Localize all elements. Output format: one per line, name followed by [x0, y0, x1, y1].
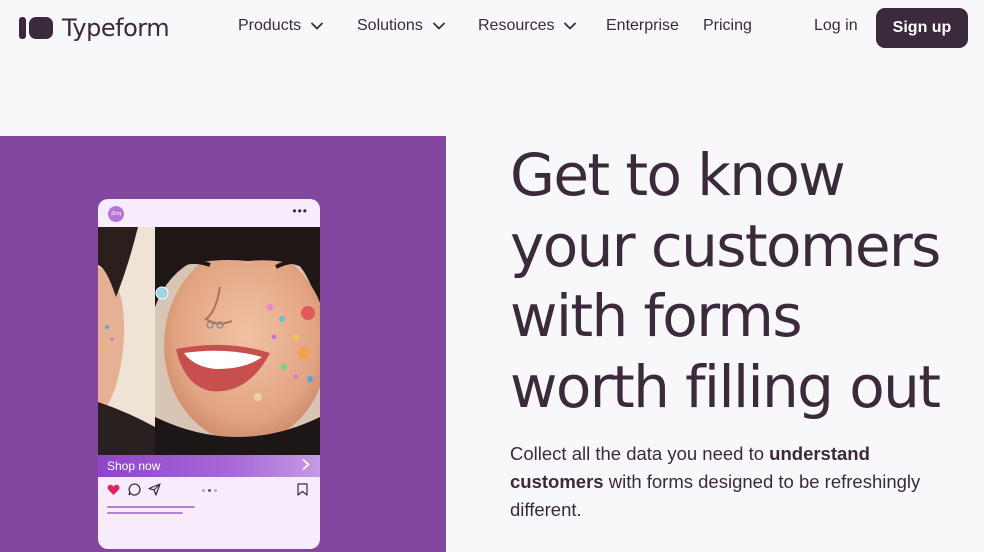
hero-subtext: Collect all the data you need to underst…	[510, 440, 960, 524]
signup-button[interactable]: Sign up	[876, 8, 968, 48]
nav-resources[interactable]: Resources	[478, 17, 577, 35]
nav-pricing-label: Pricing	[703, 17, 752, 34]
nav-enterprise-label: Enterprise	[606, 17, 679, 34]
post-header: Zinq •••	[98, 199, 320, 227]
phone-post-mockup: Zinq ••• Shop now	[98, 199, 320, 549]
nav-pricing[interactable]: Pricing	[703, 17, 752, 35]
caption-line	[107, 506, 195, 508]
nav-solutions[interactable]: Solutions	[357, 17, 445, 35]
caption-line	[107, 512, 183, 514]
shop-now-label: Shop now	[107, 459, 161, 473]
nav-enterprise[interactable]: Enterprise	[606, 17, 679, 35]
avatar-text: Zinq	[111, 211, 121, 217]
chevron-right-icon	[302, 459, 310, 473]
heart-icon	[107, 483, 120, 501]
bookmark-icon	[297, 483, 308, 501]
carousel-dots	[202, 489, 217, 492]
post-actions	[98, 481, 320, 501]
hero-subtext-part-1: Collect all the data you need to	[510, 443, 770, 464]
nav-resources-label: Resources	[478, 17, 555, 34]
more-horizontal-icon: •••	[292, 204, 308, 218]
hero-headline: Get to know your customers with forms wo…	[510, 141, 941, 421]
nav-products-label: Products	[238, 17, 302, 34]
login-link[interactable]: Log in	[814, 17, 858, 35]
typeform-logo-icon	[19, 17, 53, 39]
shop-now-bar[interactable]: Shop now	[98, 455, 320, 477]
hero-image-panel: Zinq ••• Shop now	[0, 136, 446, 552]
comment-icon	[128, 483, 141, 501]
chevron-down-icon	[564, 22, 577, 30]
nav-products[interactable]: Products	[238, 17, 324, 35]
send-icon	[148, 483, 161, 501]
portrait-photo	[98, 227, 320, 455]
chevron-down-icon	[311, 22, 324, 30]
nav-solutions-label: Solutions	[357, 17, 423, 34]
chevron-down-icon	[432, 22, 445, 30]
typeform-logo[interactable]: Typeform	[19, 14, 170, 42]
top-nav: Typeform Products Solutions Resources En…	[0, 0, 984, 56]
brand-name: Typeform	[62, 14, 170, 42]
brand-avatar: Zinq	[108, 206, 124, 222]
